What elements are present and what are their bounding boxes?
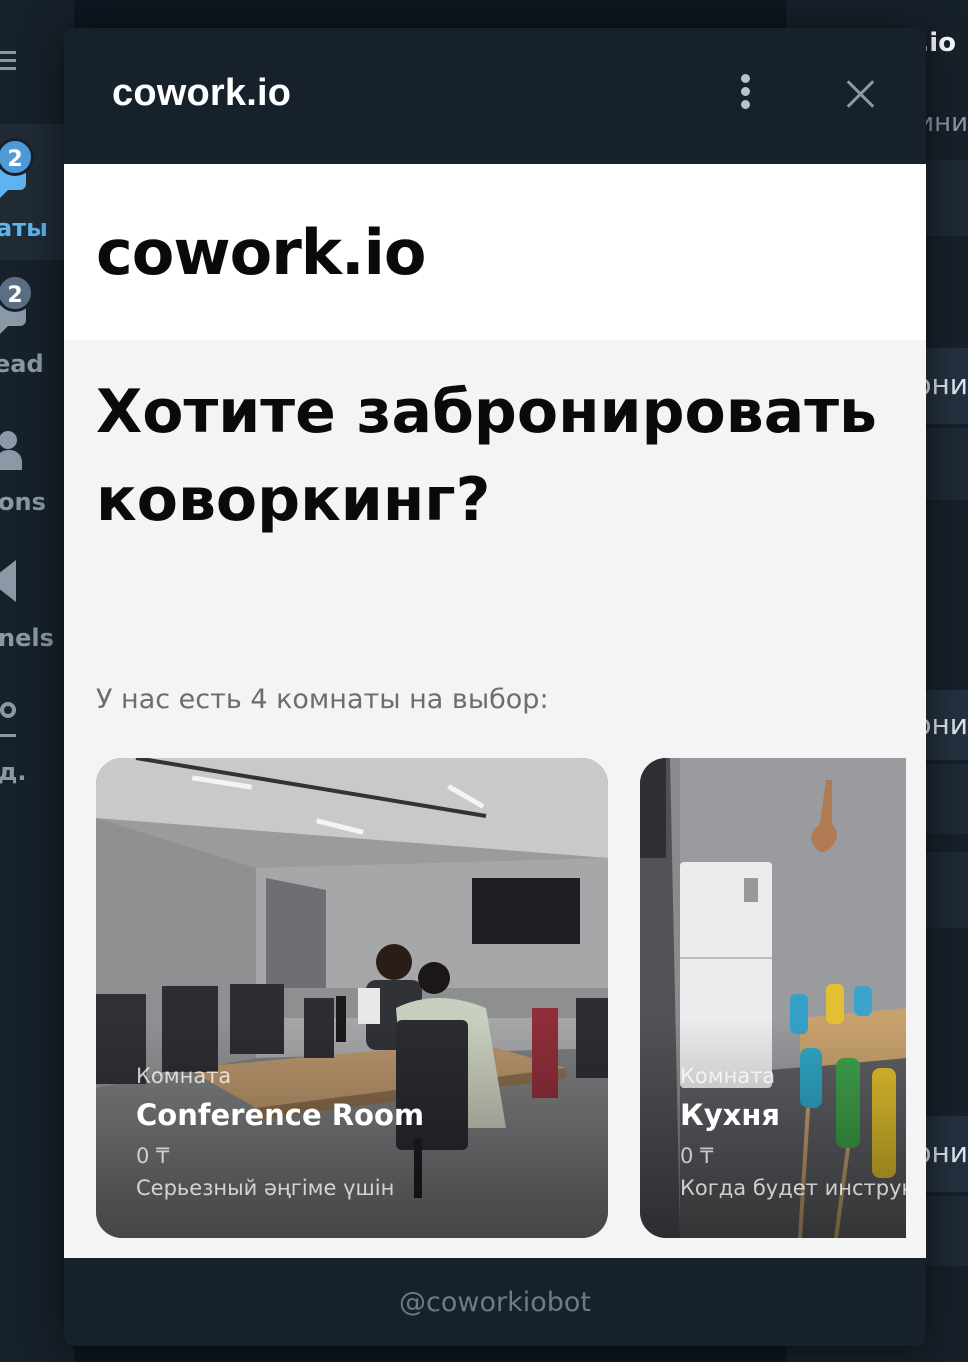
room-name: Conference Room (136, 1098, 425, 1132)
nav-item-label: ons (0, 488, 46, 516)
site-logo[interactable]: cowork.io (96, 216, 426, 289)
nav-item-label: д. (0, 758, 27, 786)
close-icon[interactable] (840, 74, 880, 114)
nav-item-label: ead (0, 350, 44, 378)
mini-app-header: cowork.io (64, 28, 926, 164)
unread-badge: 2 (0, 138, 34, 176)
nav-item-label: nels (0, 624, 54, 652)
site-header: cowork.io (64, 164, 926, 340)
person-icon (0, 431, 22, 470)
room-kind: Комната (680, 1064, 776, 1088)
mini-app-window: cowork.io cowork.io Хотите забронировать… (64, 28, 926, 1346)
room-kind: Комната (136, 1064, 232, 1088)
nav-item-contacts[interactable]: ons (0, 400, 74, 536)
room-carousel[interactable]: Комната Conference Room 0 ₸ Серьезный әң… (96, 758, 906, 1238)
nav-item-settings[interactable]: д. (0, 672, 74, 808)
room-description: Когда будет инструк (680, 1176, 906, 1200)
nav-item-unread[interactable]: 2 ead (0, 262, 74, 398)
room-card-info: Комната Кухня 0 ₸ Когда будет инструк (680, 1064, 906, 1200)
hamburger-menu-icon[interactable] (0, 46, 16, 86)
unread-badge: 2 (0, 274, 34, 312)
room-price: 0 ₸ (136, 1144, 170, 1168)
toggle-icon (0, 702, 16, 737)
room-card[interactable]: Комната Conference Room 0 ₸ Серьезный әң… (96, 758, 608, 1238)
kebab-menu-icon[interactable] (732, 74, 758, 114)
mini-app-title: cowork.io (112, 72, 292, 114)
room-card[interactable]: Комната Кухня 0 ₸ Когда будет инструк (640, 758, 906, 1238)
nav-item-channels[interactable]: nels (0, 536, 74, 672)
nav-item-label: аты (0, 214, 48, 242)
room-card-info: Комната Conference Room 0 ₸ Серьезный әң… (136, 1064, 424, 1200)
background-left-nav: 2 аты 2 ead ons nels д. (0, 0, 74, 1362)
room-name: Кухня (680, 1098, 780, 1132)
nav-item-chats[interactable]: 2 аты (0, 124, 74, 260)
megaphone-icon (0, 560, 16, 602)
mini-app-webview: cowork.io Хотите забронировать коворкинг… (64, 164, 926, 1258)
bot-username[interactable]: @coworkiobot (64, 1258, 926, 1346)
room-description: Серьезный әңгіме үшін (136, 1176, 395, 1200)
room-price: 0 ₸ (680, 1144, 714, 1168)
hero-subtitle: У нас есть 4 комнаты на выбор: (96, 684, 549, 715)
hero-title: Хотите забронировать коворкинг? (96, 377, 877, 535)
